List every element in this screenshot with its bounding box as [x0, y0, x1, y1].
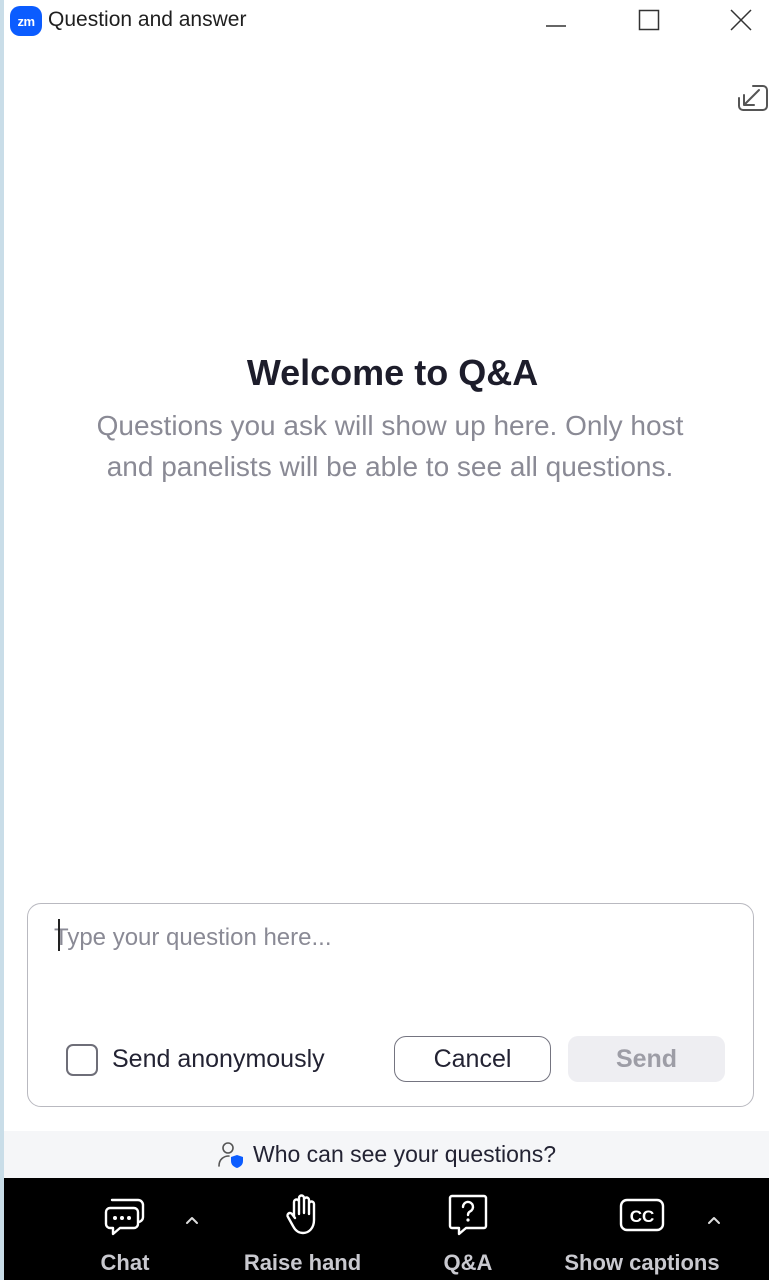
close-button[interactable]: [711, 0, 769, 40]
who-can-see-text: Who can see your questions?: [252, 1141, 556, 1167]
chat-icon: [104, 1198, 145, 1236]
chat-options-chevron-up-icon[interactable]: [180, 1208, 204, 1232]
qa-button[interactable]: Q&A: [428, 1178, 508, 1280]
maximize-icon: [638, 9, 660, 31]
send-button[interactable]: Send: [568, 1036, 725, 1082]
send-anonymously-label[interactable]: Send anonymously: [112, 1045, 325, 1074]
zoom-logo-icon: zm: [10, 6, 42, 36]
svg-text:CC: CC: [630, 1207, 655, 1226]
user-shield-icon: [218, 1141, 243, 1168]
maximize-button[interactable]: [619, 0, 679, 40]
welcome-title: Welcome to Q&A: [246, 352, 539, 393]
pop-in-arrow-icon: [738, 85, 768, 111]
who-can-see-link[interactable]: Who can see your questions?: [217, 1140, 556, 1170]
raise-hand-icon: [285, 1194, 315, 1235]
window-title: Question and answer: [48, 8, 247, 31]
question-compose-box: Send anonymously Cancel Send: [27, 903, 754, 1107]
close-icon: [730, 9, 752, 31]
desktop-edge: [0, 0, 4, 1280]
minimize-button[interactable]: [526, 0, 586, 40]
send-anonymously-checkbox[interactable]: [66, 1044, 98, 1076]
captions-options-chevron-up-icon[interactable]: [702, 1208, 726, 1232]
show-captions-label: Show captions: [564, 1250, 720, 1275]
raise-hand-label: Raise hand: [243, 1250, 362, 1275]
cancel-button[interactable]: Cancel: [394, 1036, 551, 1082]
minimize-icon: [546, 25, 566, 27]
qa-label: Q&A: [443, 1250, 493, 1275]
text-caret: [58, 919, 60, 951]
closed-captions-icon: CC: [619, 1198, 665, 1232]
chat-button[interactable]: Chat: [84, 1178, 166, 1280]
pop-in-button[interactable]: [733, 80, 769, 116]
chat-label: Chat: [100, 1250, 150, 1275]
qa-icon: [448, 1194, 488, 1236]
visibility-info-bar: Who can see your questions?: [4, 1131, 769, 1178]
title-bar: zm Question and answer: [4, 0, 769, 42]
raise-hand-button[interactable]: Raise hand: [230, 1178, 375, 1280]
question-input[interactable]: [54, 918, 724, 958]
meeting-toolbar: Chat Raise hand Q&A CC Show captions: [4, 1178, 769, 1280]
welcome-description: Questions you ask will show up here. Onl…: [96, 410, 684, 482]
